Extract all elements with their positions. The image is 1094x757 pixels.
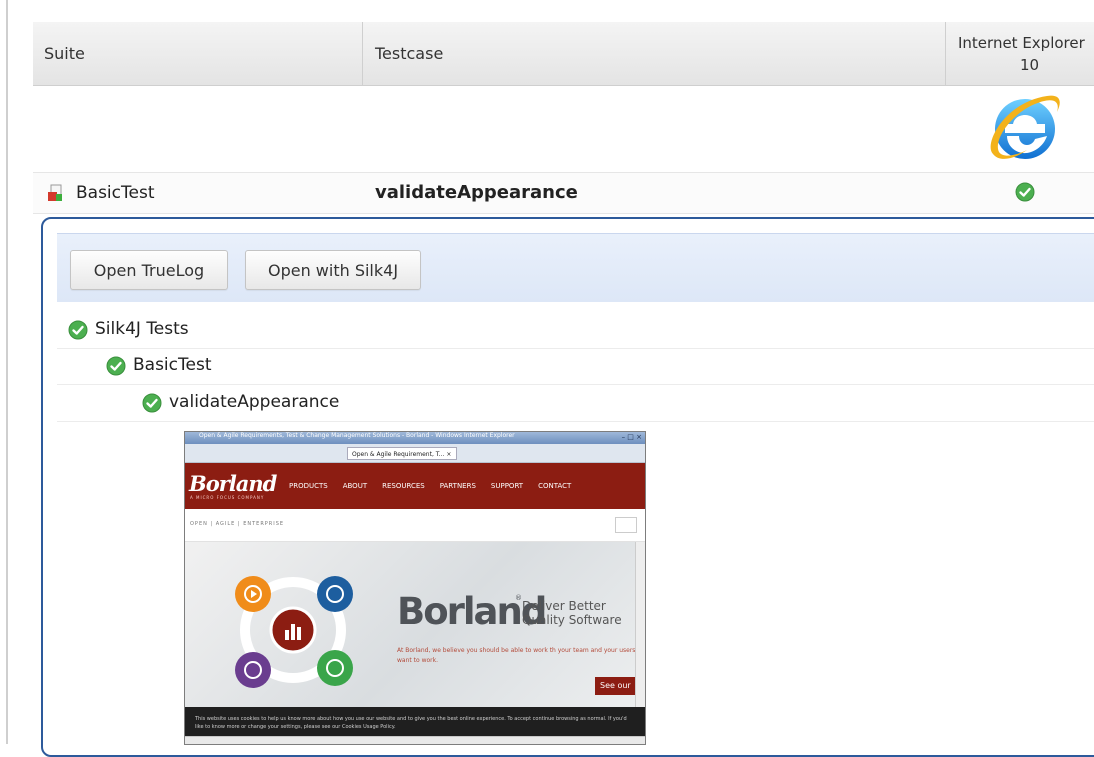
- screenshot-menu-item: ABOUT: [342, 482, 368, 490]
- screenshot-tagline: Deliver Better Quality Software: [522, 599, 622, 627]
- browser-version-label: 10: [1020, 55, 1040, 74]
- column-header-browser[interactable]: Internet Explorer 10: [946, 22, 1094, 85]
- tree-node-basictest[interactable]: BasicTest: [57, 348, 1094, 385]
- tree-node-validateappearance[interactable]: validateAppearance: [57, 385, 1094, 422]
- screenshot-tagline-line2: Quality Software: [522, 613, 622, 627]
- screenshot-tab-bar: Open & Agile Requirement, T... ×: [185, 444, 645, 463]
- column-header-suite[interactable]: Suite: [33, 22, 363, 85]
- passed-check-icon[interactable]: [1015, 182, 1035, 202]
- screenshot-brand-mark: ®: [515, 594, 522, 602]
- screenshot-window-title: Open & Agile Requirements, Test & Change…: [199, 432, 515, 439]
- column-header-suite-label: Suite: [44, 44, 85, 63]
- screenshot-cookie-text: This website uses cookies to help us kno…: [195, 716, 627, 730]
- passed-check-icon: [106, 356, 126, 376]
- truelog-screenshot[interactable]: Open & Agile Requirements, Test & Change…: [184, 431, 646, 745]
- tree-node-label: validateAppearance: [169, 392, 340, 412]
- open-truelog-button[interactable]: Open TrueLog: [70, 250, 228, 290]
- tree-node-silk4j-tests[interactable]: Silk4J Tests: [57, 312, 1094, 349]
- passed-check-icon: [142, 393, 162, 413]
- screenshot-cta-button: See our: [595, 677, 635, 695]
- screenshot-menu-item: CONTACT: [538, 482, 572, 490]
- column-header-testcase[interactable]: Testcase: [363, 22, 946, 85]
- tree-node-label: BasicTest: [133, 355, 212, 375]
- tree-node-label: Silk4J Tests: [95, 319, 189, 339]
- screenshot-tab: Open & Agile Requirement, T... ×: [347, 447, 457, 460]
- screenshot-menu: PRODUCTS ABOUT RESOURCES PARTNERS SUPPOR…: [289, 482, 571, 490]
- screenshot-tagline-line1: Deliver Better: [522, 599, 606, 613]
- results-table-header: Suite Testcase Internet Explorer 10: [33, 22, 1094, 86]
- screenshot-subbar: OPEN | AGILE | ENTERPRISE: [185, 509, 645, 542]
- testcase-name[interactable]: validateAppearance: [375, 182, 578, 203]
- screenshot-blurb: At Borland, we believe you should be abl…: [397, 647, 636, 664]
- open-with-silk4j-button[interactable]: Open with Silk4J: [245, 250, 421, 290]
- screenshot-breadcrumb: OPEN | AGILE | ENTERPRISE: [190, 521, 285, 527]
- screenshot-site-nav: Borland A MICRO FOCUS COMPANY PRODUCTS A…: [185, 463, 645, 509]
- screenshot-menu-item: PRODUCTS: [289, 482, 328, 490]
- screenshot-cookie-banner: This website uses cookies to help us kno…: [185, 707, 645, 737]
- screenshot-window-buttons: – □ ×: [621, 433, 642, 441]
- passed-check-icon: [68, 320, 88, 340]
- screenshot-logo: Borland: [189, 471, 277, 496]
- suite-name[interactable]: BasicTest: [76, 183, 154, 203]
- internet-explorer-icon: [990, 95, 1060, 159]
- screenshot-menu-item: SUPPORT: [490, 482, 524, 490]
- lifecycle-wheel-graphic: [235, 576, 353, 688]
- test-suite-icon: [48, 184, 62, 201]
- result-details-panel: Open TrueLog Open with Silk4J Silk4J Tes…: [41, 217, 1094, 757]
- left-border: [6, 0, 8, 744]
- details-toolbar: Open TrueLog Open with Silk4J: [57, 233, 1094, 302]
- screenshot-menu-item: PARTNERS: [439, 482, 476, 490]
- screenshot-search-box: [615, 517, 637, 533]
- screenshot-hero: Borland ® Deliver Better Quality Softwar…: [185, 542, 635, 707]
- column-header-testcase-label: Testcase: [375, 44, 444, 63]
- screenshot-scrollbar: [635, 542, 645, 707]
- screenshot-window-titlebar: Open & Agile Requirements, Test & Change…: [185, 432, 645, 444]
- result-row[interactable]: BasicTest validateAppearance: [33, 172, 1094, 214]
- screenshot-menu-item: RESOURCES: [382, 482, 425, 490]
- browser-name-label: Internet Explorer: [958, 33, 1085, 52]
- screenshot-logo-sub: A MICRO FOCUS COMPANY: [190, 495, 265, 500]
